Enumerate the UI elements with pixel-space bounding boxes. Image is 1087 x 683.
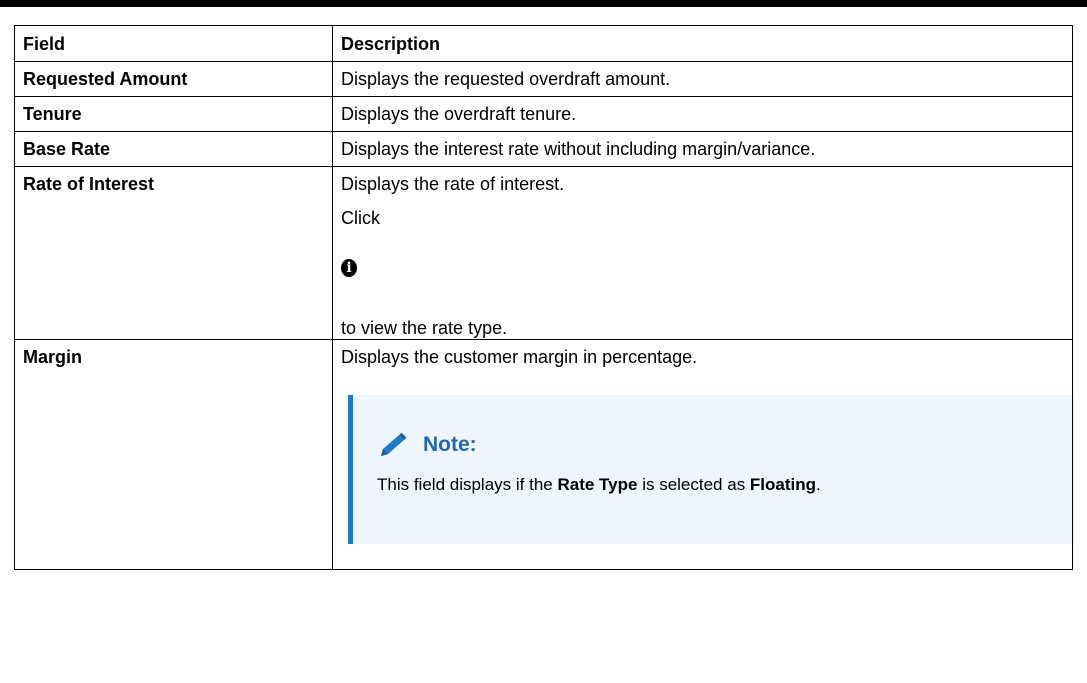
click-instruction: Click (341, 208, 380, 228)
column-header-description: Description (332, 25, 1073, 62)
note-callout: Note: This field displays if the Rate Ty… (348, 395, 1074, 544)
field-name: Margin (14, 339, 333, 570)
field-description: Displays the rate of interest. (341, 174, 565, 194)
field-description-cell: Displays the customer margin in percenta… (332, 339, 1074, 570)
field-description: Displays the requested overdraft amount. (332, 61, 1073, 97)
table-row: Base Rate Displays the interest rate wit… (14, 131, 1073, 167)
field-description: Displays the overdraft tenure. (332, 96, 1073, 132)
top-rule (0, 0, 1087, 7)
rate-type-instruction: to view the rate type. (341, 318, 508, 338)
field-name: Rate of Interest (14, 166, 333, 340)
field-name: Tenure (14, 96, 333, 132)
pencil-icon (381, 432, 407, 456)
table-row: Tenure Displays the overdraft tenure. (14, 96, 1073, 132)
table-row: Requested Amount Displays the requested … (14, 61, 1073, 97)
note-text: This field displays if the Rate Type is … (377, 475, 821, 494)
table-row: Rate of Interest Displays the rate of in… (14, 166, 1073, 340)
info-icon[interactable]: i (341, 259, 357, 277)
field-description-cell: Displays the rate of interest. Click i t… (332, 166, 1073, 340)
note-title: Note: (423, 433, 477, 456)
table-header-row: Field Description (14, 25, 1073, 62)
rate-type-term: Rate Type (557, 475, 638, 494)
table-row: Margin Displays the customer margin in p… (14, 339, 1074, 570)
field-name: Requested Amount (14, 61, 333, 97)
field-description: Displays the customer margin in percenta… (341, 347, 698, 367)
field-description-table: Field Description Requested Amount Displ… (14, 25, 1074, 570)
floating-term: Floating (749, 475, 817, 494)
column-header-field: Field (14, 25, 333, 62)
note-heading: Note: (377, 395, 1074, 458)
field-name: Base Rate (14, 131, 333, 167)
info-icon-container: i (341, 255, 1064, 277)
field-description: Displays the interest rate without inclu… (332, 131, 1073, 167)
